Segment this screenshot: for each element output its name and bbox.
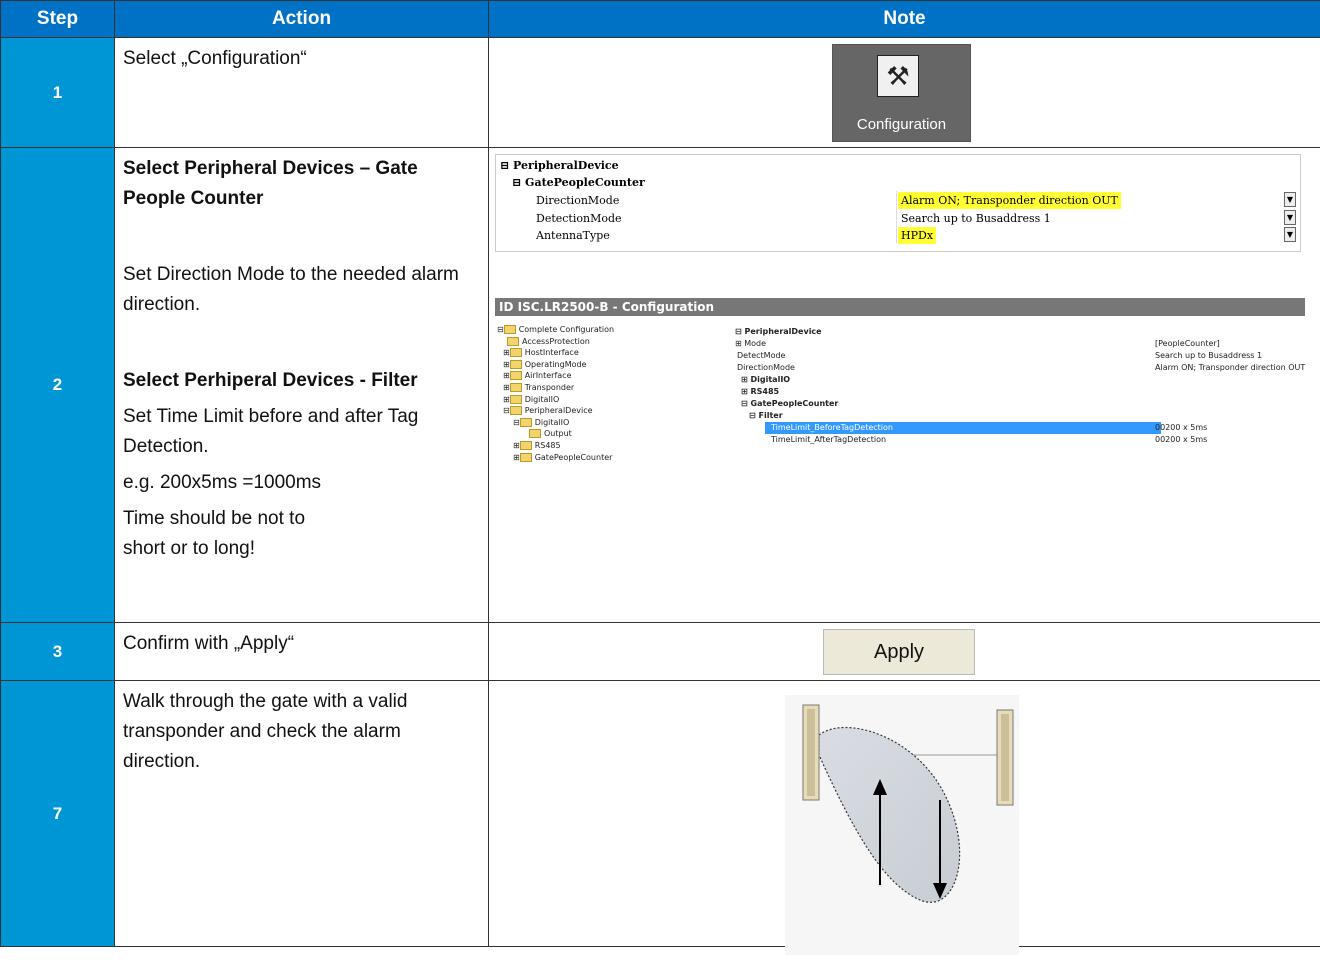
property-label: DetectionMode: [536, 212, 622, 225]
tree-item[interactable]: ⊟ DigitalIO: [497, 417, 727, 429]
property-row[interactable]: DirectionMode Alarm ON; Transponder direc…: [735, 362, 1305, 374]
note-cell: [488, 680, 1320, 955]
header-step: Step: [0, 0, 115, 38]
group-gate-people-counter[interactable]: ⊟ GatePeopleCounter: [512, 174, 1300, 191]
group-peripheral[interactable]: ⊟ PeripheralDevice: [500, 157, 1300, 174]
property-value: 00200 x 5ms: [1155, 435, 1208, 444]
tree-item[interactable]: ⊞ DigitalIO: [497, 394, 727, 406]
action-text: Set Time Limit before and after Tag Dete…: [123, 406, 419, 457]
action-title: Select Perhiperal Devices - Filter: [123, 370, 418, 391]
action-text: Time should be not to short or to long!: [123, 508, 306, 559]
dropdown-arrow-icon[interactable]: ▼: [1284, 210, 1296, 225]
action-text: Walk through the gate with a valid trans…: [114, 680, 489, 947]
folder-icon: [519, 440, 532, 450]
property-value: Alarm ON; Transponder direction OUT: [898, 192, 1121, 209]
property-row[interactable]: DetectionMode Search up to Busaddress 1 …: [496, 210, 1300, 227]
column-divider: [896, 191, 897, 243]
folder-icon: [509, 394, 522, 404]
property-label: TimeLimit_AfterTagDetection: [771, 435, 887, 444]
action-text: Select „Configuration“: [114, 37, 489, 148]
folder-icon: [507, 336, 519, 346]
folder-icon: [519, 452, 532, 462]
note-cell: Apply: [488, 622, 1320, 681]
property-row[interactable]: AntennaType HPDx ▼: [496, 227, 1300, 244]
property-label: DirectionMode: [536, 194, 620, 207]
action-text: Confirm with „Apply“: [114, 622, 489, 681]
folder-icon: [503, 325, 516, 334]
property-row[interactable]: TimeLimit_AfterTagDetection 00200 x 5ms: [735, 434, 1305, 446]
group-peripheral[interactable]: ⊟ PeripheralDevice: [735, 326, 1305, 338]
configuration-button[interactable]: ⚒ Configuration: [832, 44, 971, 142]
note-cell: ⚒ Configuration: [488, 37, 1320, 148]
step-number: 3: [0, 622, 115, 681]
property-row[interactable]: ⊞ Mode [PeopleCounter]: [735, 338, 1305, 350]
action-text: e.g. 200x5ms =1000ms: [123, 472, 322, 493]
property-row[interactable]: DetectMode Search up to Busaddress 1: [735, 350, 1305, 362]
apply-button[interactable]: Apply: [823, 629, 975, 675]
action-title: Select Peripheral Devices – Gate People …: [123, 158, 418, 209]
tree-item[interactable]: ⊞ AirInterface: [497, 370, 727, 382]
property-label: TimeLimit_BeforeTagDetection: [765, 422, 1161, 434]
header-row: Step Action Note: [0, 0, 1320, 38]
header-action: Action: [114, 0, 489, 38]
configuration-label: Configuration: [856, 116, 947, 133]
group-gate-people-counter[interactable]: ⊟ GatePeopleCounter: [741, 398, 1305, 410]
folder-icon: [509, 382, 522, 392]
step-number: 2: [0, 147, 115, 623]
row-step-1: 1 Select „Configuration“ ⚒ Configuration: [0, 37, 1320, 148]
steps-table: Step Action Note 1 Select „Configuration…: [0, 0, 1320, 955]
tree-item[interactable]: ⊞ OperatingMode: [497, 359, 727, 371]
tree-item[interactable]: ⊞ RS485: [497, 440, 727, 452]
tree-item[interactable]: ⊞ GatePeopleCounter: [497, 452, 727, 464]
window-title: ID ISC.LR2500-B - Configuration: [495, 298, 1305, 316]
group-digitalio[interactable]: ⊞ DigitalIO: [741, 374, 1305, 386]
tree-item[interactable]: ⊞ Transponder: [497, 382, 727, 394]
action-cell: Select Peripheral Devices – Gate People …: [114, 147, 489, 623]
folder-icon: [529, 429, 541, 439]
config-tree: ⊟ Complete Configuration AccessProtection…: [497, 324, 727, 463]
folder-icon: [509, 359, 522, 369]
action-text: Set Direction Mode to the needed alarm d…: [123, 264, 459, 315]
tree-item[interactable]: AccessProtection: [497, 336, 727, 348]
group-filter[interactable]: ⊟ Filter: [749, 410, 1305, 422]
dropdown-arrow-icon[interactable]: ▼: [1284, 192, 1296, 207]
property-row[interactable]: DirectionMode Alarm ON; Transponder dire…: [496, 192, 1300, 209]
antenna-left: [802, 704, 820, 801]
header-note: Note: [488, 0, 1320, 38]
property-value: Search up to Busaddress 1: [901, 212, 1051, 225]
property-value: HPDx: [898, 227, 937, 244]
configuration-window: ID ISC.LR2500-B - Configuration ⊟ Complet…: [495, 298, 1305, 474]
row-step-2: 2 Select Peripheral Devices – Gate Peopl…: [0, 147, 1320, 623]
property-row-selected[interactable]: TimeLimit_BeforeTagDetection 00200 x 5ms: [735, 422, 1305, 434]
folder-icon: [509, 406, 522, 416]
property-value: 00200 x 5ms: [1155, 423, 1208, 432]
tree-item[interactable]: ⊟ PeripheralDevice: [497, 405, 727, 417]
property-grid: ⊟ PeripheralDevice ⊟ GatePeopleCounter D…: [495, 154, 1301, 252]
note-cell: ⊟ PeripheralDevice ⊟ GatePeopleCounter D…: [488, 147, 1320, 623]
step-number: 7: [0, 680, 115, 947]
antenna-right: [996, 709, 1014, 806]
property-label: AntennaType: [536, 229, 610, 242]
tools-icon: ⚒: [877, 55, 919, 97]
step-number: 1: [0, 37, 115, 148]
folder-icon: [509, 348, 522, 358]
group-rs485[interactable]: ⊞ RS485: [741, 386, 1305, 398]
tree-item[interactable]: ⊟ Complete Configuration: [497, 324, 727, 336]
gate-diagram: [785, 695, 1019, 955]
row-step-3: 3 Confirm with „Apply“ Apply: [0, 622, 1320, 681]
folder-icon: [509, 371, 522, 381]
tree-item[interactable]: ⊞ HostInterface: [497, 347, 727, 359]
tree-item[interactable]: Output: [497, 428, 727, 440]
dropdown-arrow-icon[interactable]: ▼: [1284, 227, 1296, 242]
row-step-7: 7 Walk through the gate with a valid tra…: [0, 680, 1320, 955]
folder-icon: [519, 417, 532, 427]
